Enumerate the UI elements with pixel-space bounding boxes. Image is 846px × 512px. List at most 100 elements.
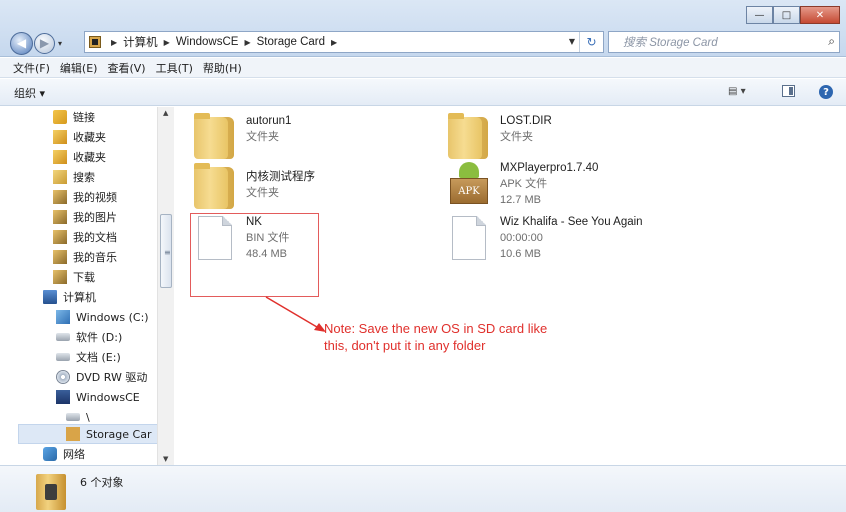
menu-tools[interactable]: 工具(T): [156, 60, 193, 76]
breadcrumb-computer[interactable]: 计算机: [123, 34, 158, 50]
file-item-autorun1[interactable]: autorun1 文件夹: [192, 113, 291, 161]
scrollbar-thumb[interactable]: ≡: [160, 214, 172, 288]
back-button[interactable]: ◀: [10, 31, 33, 55]
apk-icon: APK: [446, 160, 492, 208]
breadcrumb-windowsce[interactable]: WindowsCE: [176, 36, 239, 48]
views-icon: ▤: [728, 86, 738, 97]
address-dropdown-icon[interactable]: ▼: [569, 37, 575, 46]
sidebar-item-links[interactable]: 链接: [53, 108, 95, 126]
sidebar-item-label: 软件 (D:): [76, 331, 123, 344]
document-icon: [446, 214, 492, 262]
search-icon[interactable]: ⌕: [828, 34, 835, 49]
file-name: 内核测试程序: [246, 171, 315, 183]
file-duration: 00:00:00: [500, 232, 543, 244]
menu-file[interactable]: 文件(F): [13, 60, 50, 76]
sidebar-item-label: 下载: [73, 271, 95, 284]
nav-buttons: ◀ ▶ ▾: [10, 31, 62, 55]
refresh-button[interactable]: ↻: [579, 32, 603, 52]
minimize-button[interactable]: —: [746, 6, 773, 24]
sidebar-item-documents[interactable]: 我的文档: [53, 228, 117, 246]
file-name: autorun1: [246, 115, 292, 127]
link-folder-icon: [53, 110, 67, 124]
status-bar: 6 个对象: [0, 465, 846, 512]
menu-view[interactable]: 查看(V): [107, 60, 145, 76]
dvd-drive-icon: [56, 370, 70, 384]
breadcrumb-storage-card[interactable]: Storage Card: [257, 36, 325, 48]
sidebar-item-favorites[interactable]: 收藏夹: [53, 128, 106, 146]
address-bar[interactable]: ▶ 计算机 ▶ WindowsCE ▶ Storage Card ▶ ▼ ↻: [84, 31, 604, 53]
change-view-button[interactable]: ▤ ▾: [728, 86, 746, 97]
storage-card-icon: [36, 474, 66, 510]
file-item-kernel-test[interactable]: 内核测试程序 文件夹: [192, 163, 315, 211]
sidebar-item-drive-d[interactable]: 软件 (D:): [56, 328, 122, 346]
computer-icon: [43, 290, 57, 304]
organize-button[interactable]: 组织 ▾: [14, 85, 45, 101]
recent-pages-dropdown[interactable]: ▾: [58, 39, 62, 48]
file-name: LOST.DIR: [500, 115, 552, 127]
windows-drive-icon: [56, 310, 70, 324]
sidebar-item-storage-card[interactable]: Storage Car: [66, 425, 151, 443]
sidebar-item-windowsce[interactable]: WindowsCE: [56, 388, 140, 406]
scroll-up-icon[interactable]: ▲: [163, 109, 168, 117]
maximize-button[interactable]: □: [773, 6, 800, 24]
apk-badge: APK: [450, 178, 488, 204]
sidebar-item-label: Windows (C:): [76, 310, 149, 324]
file-item-lost-dir[interactable]: LOST.DIR 文件夹: [446, 113, 552, 161]
menu-edit[interactable]: 编辑(E): [60, 60, 98, 76]
sidebar-item-videos[interactable]: 我的视频: [53, 188, 117, 206]
storage-card-icon: [89, 36, 101, 48]
sidebar-item-music[interactable]: 我的音乐: [53, 248, 117, 266]
file-type: 文件夹: [500, 131, 533, 143]
favorites-icon: [53, 150, 67, 164]
sidebar-item-drive-c[interactable]: Windows (C:): [56, 308, 149, 326]
sidebar-item-label: 我的图片: [73, 211, 117, 224]
search-input[interactable]: 搜索 Storage Card ⌕: [608, 31, 840, 53]
network-icon: [43, 447, 57, 461]
sidebar-item-label: \: [86, 410, 90, 424]
search-placeholder: 搜索 Storage Card: [623, 37, 718, 49]
sidebar-item-label: 我的音乐: [73, 251, 117, 264]
sidebar-item-computer[interactable]: 计算机: [43, 288, 96, 306]
grip-icon: ≡: [164, 248, 171, 257]
breadcrumb-arrow-icon[interactable]: ▶: [331, 38, 337, 47]
file-size: 10.6 MB: [500, 248, 541, 260]
preview-pane-button[interactable]: [782, 85, 795, 97]
sidebar-item-network[interactable]: 网络: [43, 445, 85, 463]
breadcrumb-arrow-icon[interactable]: ▶: [164, 38, 170, 47]
file-item-mxplayer[interactable]: APK MXPlayerpro1.7.40 APK 文件 12.7 MB: [446, 160, 598, 208]
drive-icon: [56, 333, 70, 341]
sidebar-item-pictures[interactable]: 我的图片: [53, 208, 117, 226]
command-bar: 组织 ▾ ▤ ▾ ?: [0, 79, 846, 106]
sidebar-item-dvd[interactable]: DVD RW 驱动: [56, 368, 147, 386]
close-button[interactable]: ✕: [800, 6, 840, 24]
sidebar-item-search[interactable]: 搜索: [53, 168, 95, 186]
item-count: 6 个对象: [80, 476, 124, 489]
forward-button[interactable]: ▶: [34, 32, 55, 54]
sidebar-item-downloads[interactable]: 下载: [53, 268, 95, 286]
sidebar-item-label: 网络: [63, 448, 85, 461]
menu-help[interactable]: 帮助(H): [203, 60, 242, 76]
sidebar-item-root[interactable]: \: [66, 408, 90, 426]
storage-card-icon: [66, 427, 80, 441]
drive-icon: [56, 353, 70, 361]
file-type: 文件夹: [246, 131, 279, 143]
file-type: 文件夹: [246, 187, 279, 199]
breadcrumb-arrow-icon[interactable]: ▶: [244, 38, 250, 47]
navigation-pane: 链接 收藏夹 收藏夹 搜索 我的视频 我的图片 我的文档 我的音乐 下载 计算机…: [0, 107, 174, 465]
breadcrumb-arrow-icon[interactable]: ▶: [111, 38, 117, 47]
view-dropdown-icon: ▾: [740, 86, 746, 97]
favorites-icon: [53, 130, 67, 144]
file-item-wiz-khalifa[interactable]: Wiz Khalifa - See You Again 00:00:00 10.…: [446, 214, 643, 262]
sidebar-item-drive-e[interactable]: 文档 (E:): [56, 348, 121, 366]
scroll-down-icon[interactable]: ▼: [163, 455, 168, 463]
folder-icon: [192, 163, 238, 211]
sidebar-item-label: 我的视频: [73, 191, 117, 204]
help-button[interactable]: ?: [819, 85, 833, 99]
window-controls: — □ ✕: [746, 6, 840, 24]
sidebar-item-label: Storage Car: [86, 427, 152, 441]
music-icon: [53, 250, 67, 264]
search-folder-icon: [53, 170, 67, 184]
sidebar-scrollbar[interactable]: ▲ ≡ ▼: [157, 107, 174, 465]
sidebar-item-favorites-2[interactable]: 收藏夹: [53, 148, 106, 166]
menu-bar: 文件(F) 编辑(E) 查看(V) 工具(T) 帮助(H): [0, 58, 846, 78]
